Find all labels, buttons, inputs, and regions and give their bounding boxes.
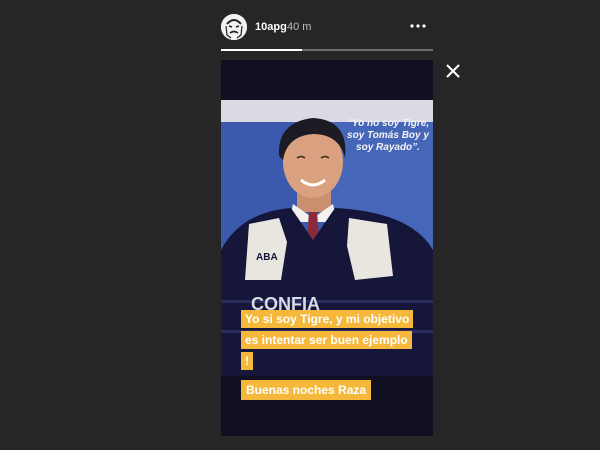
banner-quote: “Yo no soy Tigre, soy Tomás Boy y soy Ra… (346, 118, 430, 153)
jersey-sponsor-text: ABA (256, 252, 278, 263)
story-caption: Yo si soy Tigre, y mi objetivo es intent… (241, 309, 417, 372)
story-caption-text: Yo si soy Tigre, y mi objetivo es intent… (241, 310, 414, 370)
story-frame[interactable]: ABA CONFIA “Yo no soy Tigre, soy Tomás B… (221, 60, 433, 436)
story-progress-fill (221, 49, 302, 51)
avatar[interactable] (221, 14, 247, 40)
story-header: 10apg 40 m (221, 14, 433, 44)
username[interactable]: 10apg (255, 21, 287, 33)
more-horizontal-icon[interactable] (409, 19, 427, 33)
story-caption-secondary-text: Buenas noches Raza (241, 380, 372, 400)
story-progress-bar (221, 49, 433, 51)
avatar-face-icon (221, 14, 247, 40)
close-icon[interactable] (444, 62, 462, 80)
timestamp: 40 m (287, 21, 312, 33)
story-caption-secondary: Buenas noches Raza (241, 380, 372, 400)
